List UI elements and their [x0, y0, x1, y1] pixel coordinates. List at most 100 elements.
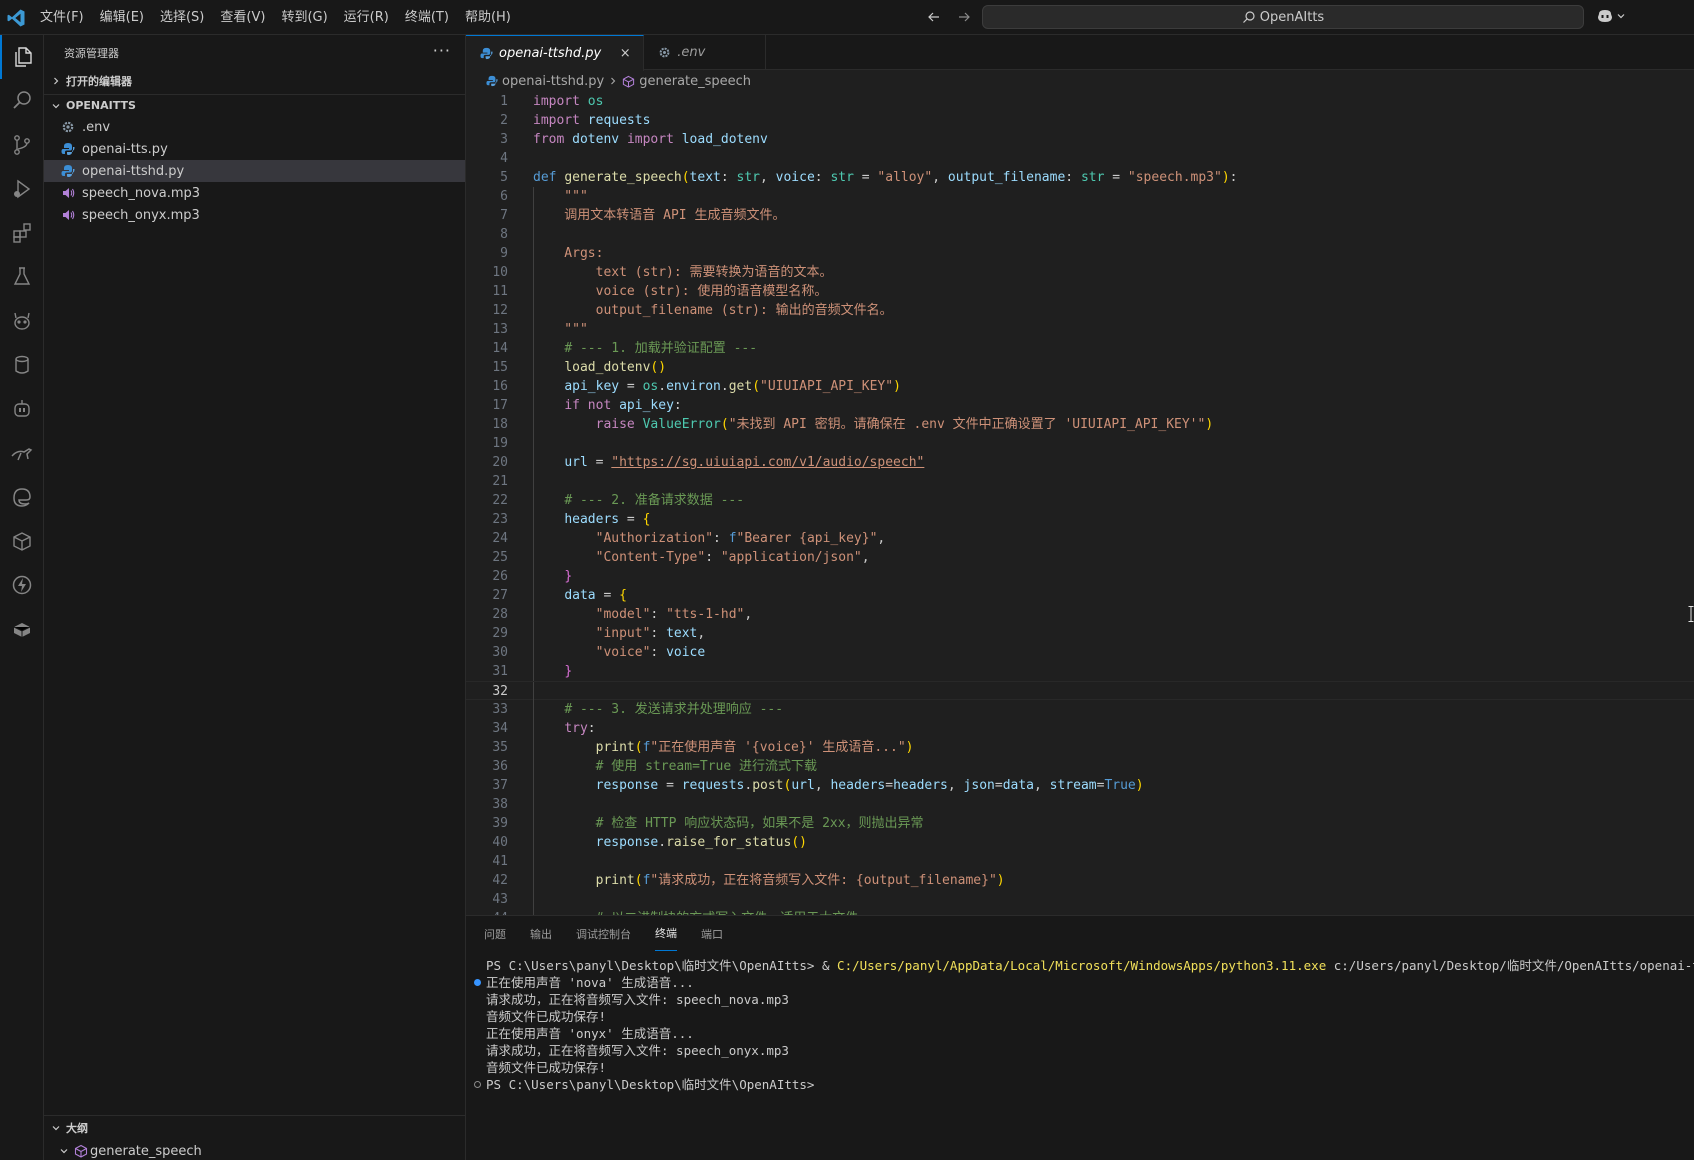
code-line[interactable]: 2 import requests	[466, 111, 1694, 130]
tab-terminal[interactable]: 终端	[655, 916, 677, 951]
code-line[interactable]: 43	[466, 890, 1694, 909]
menu-go[interactable]: 转到(G)	[273, 0, 335, 35]
code-line[interactable]: 12 output_filename (str): 输出的音频文件名。	[466, 301, 1694, 320]
file-speech-onyx-mp3[interactable]: speech_onyx.mp3	[44, 204, 465, 226]
code-line[interactable]: 8	[466, 225, 1694, 244]
menu-help[interactable]: 帮助(H)	[457, 0, 519, 35]
file-speech-nova-mp3[interactable]: speech_nova.mp3	[44, 182, 465, 204]
tab-output[interactable]: 输出	[530, 916, 552, 951]
code-line[interactable]: 21	[466, 472, 1694, 491]
back-arrow-icon[interactable]	[924, 7, 944, 27]
code-line[interactable]: 29 "input": text,	[466, 624, 1694, 643]
docker-icon[interactable]	[0, 607, 44, 651]
outline-header[interactable]: 大纲	[44, 1116, 466, 1140]
command-decoration-icon[interactable]	[474, 979, 481, 986]
line-number: 21	[492, 474, 508, 489]
kangaroo-icon[interactable]	[0, 431, 44, 475]
code-line[interactable]: 33 # --- 3. 发送请求并处理响应 ---	[466, 700, 1694, 719]
code-line[interactable]: 35 print(f"正在使用声音 '{voice}' 生成语音...")	[466, 738, 1694, 757]
menu-edit[interactable]: 编辑(E)	[92, 0, 152, 35]
file-env[interactable]: .env	[44, 116, 465, 138]
edge-browser-icon[interactable]	[0, 475, 44, 519]
tab-env[interactable]: .env	[644, 35, 767, 70]
code-line[interactable]: 14 # --- 1. 加载并验证配置 ---	[466, 339, 1694, 358]
copilot-menu[interactable]	[1596, 8, 1626, 24]
code-line[interactable]: 24 "Authorization": f"Bearer {api_key}",	[466, 529, 1694, 548]
menu-file[interactable]: 文件(F)	[32, 0, 92, 35]
open-editors-section[interactable]: 打开的编辑器	[44, 70, 465, 92]
code-editor[interactable]: 1 import os 2 import requests 3 from dotenv i…	[466, 92, 1694, 915]
package-icon[interactable]	[0, 519, 44, 563]
code-line[interactable]: 18 raise ValueError("未找到 API 密钥。请确保在 .en…	[466, 415, 1694, 434]
outline-item-generate-speech[interactable]: generate_speech	[44, 1140, 466, 1160]
search-icon[interactable]	[0, 79, 44, 123]
code-line[interactable]: 38	[466, 795, 1694, 814]
code-line[interactable]: 41	[466, 852, 1694, 871]
code-line[interactable]: 23 headers = {	[466, 510, 1694, 529]
code-line[interactable]: 31 }	[466, 662, 1694, 681]
command-decoration-icon[interactable]	[474, 1081, 481, 1088]
code-line[interactable]: 17 if not api_key:	[466, 396, 1694, 415]
terminal[interactable]: PS C:\Users\panyl\Desktop\临时文件\OpenAItts…	[466, 951, 1694, 1093]
code-text: url = "https://sg.uiuiapi.com/v1/audio/s…	[564, 455, 925, 470]
folder-section[interactable]: OPENAITTS	[44, 94, 465, 116]
code-line[interactable]: 27 data = {	[466, 586, 1694, 605]
run-debug-icon[interactable]	[0, 167, 44, 211]
tab-ports[interactable]: 端口	[701, 916, 723, 951]
tab-openai-ttshd-py[interactable]: openai-ttshd.py ×	[466, 35, 645, 71]
code-line[interactable]: 25 "Content-Type": "application/json",	[466, 548, 1694, 567]
command-center-search[interactable]: OpenAItts	[982, 5, 1584, 29]
code-line[interactable]: 4	[466, 149, 1694, 168]
code-line[interactable]: 32	[466, 681, 1694, 701]
forward-arrow-icon[interactable]	[954, 7, 974, 27]
extensions-icon[interactable]	[0, 211, 44, 255]
menu-view[interactable]: 查看(V)	[212, 0, 273, 35]
code-line[interactable]: 34 try:	[466, 719, 1694, 738]
code-text: output_filename (str): 输出的音频文件名。	[533, 303, 893, 318]
code-line[interactable]: 3 from dotenv import load_dotenv	[466, 130, 1694, 149]
code-line[interactable]: 39 # 检查 HTTP 响应状态码，如果不是 2xx，则抛出异常	[466, 814, 1694, 833]
line-number: 28	[492, 607, 508, 622]
testing-icon[interactable]	[0, 255, 44, 299]
tab-debug-console[interactable]: 调试控制台	[576, 916, 631, 951]
code-line[interactable]: 7 调用文本转语音 API 生成音频文件。	[466, 206, 1694, 225]
menu-terminal[interactable]: 终端(T)	[397, 0, 457, 35]
code-line[interactable]: 15 load_dotenv()	[466, 358, 1694, 377]
code-line[interactable]: 20 url = "https://sg.uiuiapi.com/v1/audi…	[466, 453, 1694, 472]
lightning-icon[interactable]	[0, 563, 44, 607]
breadcrumb-file[interactable]: openai-ttshd.py	[502, 74, 604, 89]
code-text: # --- 2. 准备请求数据 ---	[564, 493, 745, 508]
code-line[interactable]: 13 """	[466, 320, 1694, 339]
code-line[interactable]: 36 # 使用 stream=True 进行流式下载	[466, 757, 1694, 776]
copilot-pet-icon[interactable]	[0, 299, 44, 343]
robot-icon[interactable]	[0, 387, 44, 431]
file-openai-ttshd-py[interactable]: openai-ttshd.py	[44, 160, 465, 182]
code-line[interactable]: 16 api_key = os.environ.get("UIUIAPI_API…	[466, 377, 1694, 396]
code-line[interactable]: 11 voice (str): 使用的语音模型名称。	[466, 282, 1694, 301]
code-line[interactable]: 37 response = requests.post(url, headers…	[466, 776, 1694, 795]
tab-problems[interactable]: 问题	[484, 916, 506, 951]
code-line[interactable]: 22 # --- 2. 准备请求数据 ---	[466, 491, 1694, 510]
file-openai-tts-py[interactable]: openai-tts.py	[44, 138, 465, 160]
vscode-logo-icon[interactable]	[6, 8, 26, 28]
explorer-icon[interactable]	[0, 35, 44, 79]
code-line[interactable]: 1 import os	[466, 92, 1694, 111]
source-control-icon[interactable]	[0, 123, 44, 167]
code-line[interactable]: 26 }	[466, 567, 1694, 586]
code-line[interactable]: 30 "voice": voice	[466, 643, 1694, 662]
menu-run[interactable]: 运行(R)	[336, 0, 397, 35]
code-line[interactable]: 6 """	[466, 187, 1694, 206]
close-icon[interactable]: ×	[617, 46, 633, 62]
more-actions-icon[interactable]: ···	[433, 41, 451, 60]
database-icon[interactable]	[0, 343, 44, 387]
code-line[interactable]: 9 Args:	[466, 244, 1694, 263]
code-line[interactable]: 10 text (str): 需要转换为语音的文本。	[466, 263, 1694, 282]
menu-selection[interactable]: 选择(S)	[152, 0, 212, 35]
breadcrumb-symbol[interactable]: generate_speech	[639, 74, 751, 89]
indent-guide	[533, 434, 534, 453]
code-line[interactable]: 5 def generate_speech(text: str, voice: s…	[466, 168, 1694, 187]
code-line[interactable]: 42 print(f"请求成功，正在将音频写入文件: {output_filen…	[466, 871, 1694, 890]
code-line[interactable]: 19	[466, 434, 1694, 453]
code-line[interactable]: 40 response.raise_for_status()	[466, 833, 1694, 852]
code-line[interactable]: 28 "model": "tts-1-hd",	[466, 605, 1694, 624]
